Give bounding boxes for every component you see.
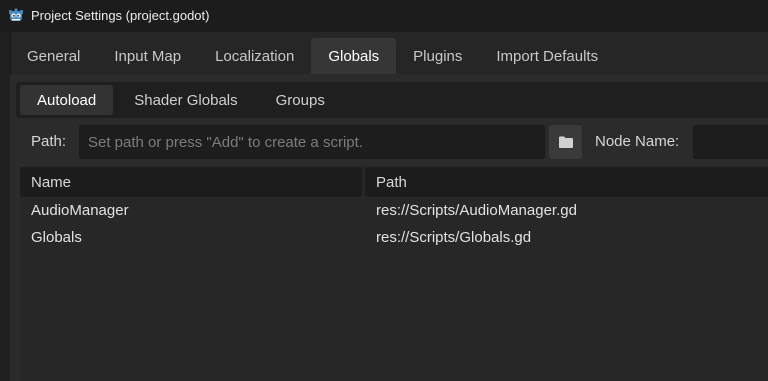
path-label: Path: [31,133,67,150]
folder-icon [558,136,573,148]
globals-subtabs: Autoload Shader Globals Groups [20,85,346,115]
node-name-input[interactable] [693,125,768,159]
subtab-autoload[interactable]: Autoload [20,85,114,115]
godot-icon [9,8,23,21]
column-header-name[interactable]: Name [20,167,362,197]
subtab-shader-globals[interactable]: Shader Globals [117,85,254,115]
tab-import-defaults[interactable]: Import Defaults [479,38,615,74]
subtab-groups[interactable]: Groups [259,85,342,115]
browse-path-button[interactable] [549,125,582,159]
tab-general[interactable]: General [10,38,97,74]
window-title: Project Settings (project.godot) [31,8,210,23]
column-header-path[interactable]: Path [365,167,768,197]
tab-localization[interactable]: Localization [198,38,311,74]
row-name: Globals [31,229,82,246]
path-input[interactable] [79,125,545,159]
table-row[interactable]: Globals res://Scripts/Globals.gd [20,225,768,251]
title-bar: Project Settings (project.godot) [0,0,768,32]
node-name-label: Node Name: [595,133,680,150]
row-name: AudioManager [31,202,129,219]
tab-input-map[interactable]: Input Map [97,38,198,74]
row-path: res://Scripts/Globals.gd [376,229,532,246]
row-path: res://Scripts/AudioManager.gd [376,202,577,219]
table-row[interactable]: AudioManager res://Scripts/AudioManager.… [20,198,768,224]
settings-tabs: General Input Map Localization Globals P… [10,38,615,74]
tab-globals[interactable]: Globals [311,38,397,74]
project-settings-window: Project Settings (project.godot) General… [0,0,768,381]
tab-plugins[interactable]: Plugins [396,38,479,74]
